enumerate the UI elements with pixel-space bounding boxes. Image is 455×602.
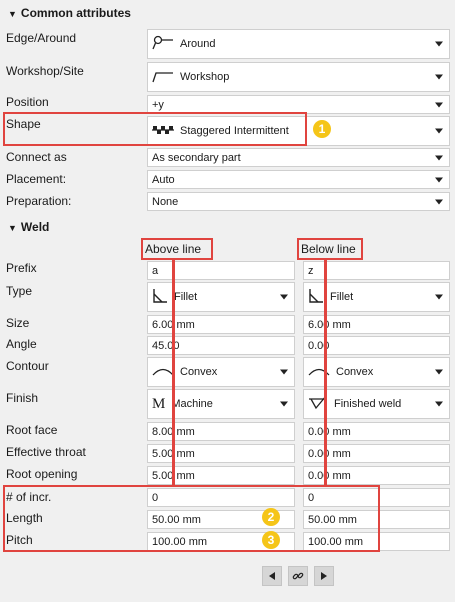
workshop-site-select[interactable]: Workshop (147, 62, 450, 92)
edge-around-select[interactable]: Around (147, 29, 450, 59)
root-face-below-value: 0.00 mm (308, 425, 351, 438)
placement-label: Placement: (6, 172, 67, 186)
dropdown-arrow-icon (435, 102, 443, 107)
shape-highlight-box (3, 112, 307, 146)
workshop-site-label: Workshop/Site (6, 64, 84, 78)
common-attributes-title: Common attributes (20, 6, 131, 20)
placement-select[interactable]: Auto (147, 170, 450, 189)
size-below-value: 6.00 mm (308, 318, 351, 331)
root-opening-above-input[interactable]: 5.00 mm (147, 466, 295, 485)
callout-badge-2: 2 (262, 508, 280, 526)
connect-as-label: Connect as (6, 150, 67, 164)
convex-contour-icon (152, 364, 174, 381)
triangle-right-icon (321, 572, 327, 580)
dropdown-arrow-icon (435, 199, 443, 204)
type-above-value: Fillet (174, 291, 198, 303)
edge-around-value: Around (180, 38, 216, 50)
next-button[interactable] (314, 566, 334, 586)
angle-above-input[interactable]: 45.00 (147, 336, 295, 355)
preparation-value: None (152, 195, 179, 208)
dropdown-arrow-icon (435, 177, 443, 182)
prefix-label: Prefix (6, 261, 37, 275)
effective-throat-below-value: 0.00 mm (308, 447, 351, 460)
angle-above-value: 45.00 (152, 339, 180, 352)
common-attributes-header[interactable]: ▼ Common attributes (8, 6, 131, 20)
effective-throat-label: Effective throat (6, 445, 86, 459)
link-button[interactable] (288, 566, 308, 586)
root-opening-below-value: 0.00 mm (308, 469, 351, 482)
edge-around-label: Edge/Around (6, 31, 77, 45)
type-above-select[interactable]: Fillet (147, 282, 295, 312)
prefix-above-input[interactable]: a (147, 261, 295, 280)
contour-above-value: Convex (180, 366, 218, 378)
dropdown-arrow-icon (280, 369, 288, 375)
prefix-above-value: a (152, 264, 159, 277)
contour-label: Contour (6, 359, 49, 373)
collapse-triangle-icon: ▼ (8, 223, 17, 233)
increments-highlight-box (3, 485, 380, 552)
below-connector-line (324, 260, 327, 485)
around-icon (152, 35, 174, 54)
root-opening-label: Root opening (6, 467, 78, 481)
dropdown-arrow-icon (435, 401, 443, 407)
dropdown-arrow-icon (435, 128, 443, 134)
position-value: +y (152, 98, 164, 111)
machine-finish-icon: M (152, 395, 166, 412)
root-face-above-input[interactable]: 8.00 mm (147, 422, 295, 441)
dropdown-arrow-icon (435, 155, 443, 160)
position-label: Position (6, 95, 49, 109)
angle-label: Angle (6, 337, 37, 351)
dropdown-arrow-icon (435, 41, 443, 47)
prefix-below-value: z (308, 264, 314, 277)
root-face-label: Root face (6, 423, 58, 437)
workshop-icon (152, 68, 174, 87)
dropdown-arrow-icon (435, 369, 443, 375)
placement-value: Auto (152, 173, 175, 186)
dropdown-arrow-icon (435, 74, 443, 80)
contour-above-select[interactable]: Convex (147, 357, 295, 387)
contour-below-value: Convex (336, 366, 374, 378)
finish-label: Finish (6, 391, 39, 405)
finish-above-select[interactable]: M Machine (147, 389, 295, 419)
effective-throat-above-input[interactable]: 5.00 mm (147, 444, 295, 463)
size-label: Size (6, 316, 30, 330)
triangle-left-icon (269, 572, 275, 580)
workshop-site-value: Workshop (180, 71, 230, 83)
previous-button[interactable] (262, 566, 282, 586)
fillet-weld-icon (152, 288, 168, 307)
callout-badge-3: 3 (262, 531, 280, 549)
weld-section-header[interactable]: ▼ Weld (8, 220, 49, 234)
finish-above-value: Machine (171, 398, 213, 410)
finish-below-value: Finished weld (334, 398, 402, 410)
type-below-value: Fillet (330, 291, 354, 303)
connect-as-value: As secondary part (152, 151, 241, 164)
above-line-highlight-box (141, 238, 213, 260)
dropdown-arrow-icon (280, 401, 288, 407)
fillet-weld-icon (308, 288, 324, 307)
callout-badge-1: 1 (313, 120, 331, 138)
dropdown-arrow-icon (435, 294, 443, 300)
size-above-input[interactable]: 6.00 mm (147, 315, 295, 334)
preparation-label: Preparation: (6, 194, 72, 208)
below-line-highlight-box (297, 238, 363, 260)
collapse-triangle-icon: ▼ (8, 9, 17, 19)
type-label: Type (6, 284, 33, 298)
above-connector-line (172, 260, 175, 485)
link-icon (292, 572, 304, 580)
preparation-select[interactable]: None (147, 192, 450, 211)
dropdown-arrow-icon (280, 294, 288, 300)
connect-as-select[interactable]: As secondary part (147, 148, 450, 167)
weld-section-title: Weld (20, 220, 50, 234)
